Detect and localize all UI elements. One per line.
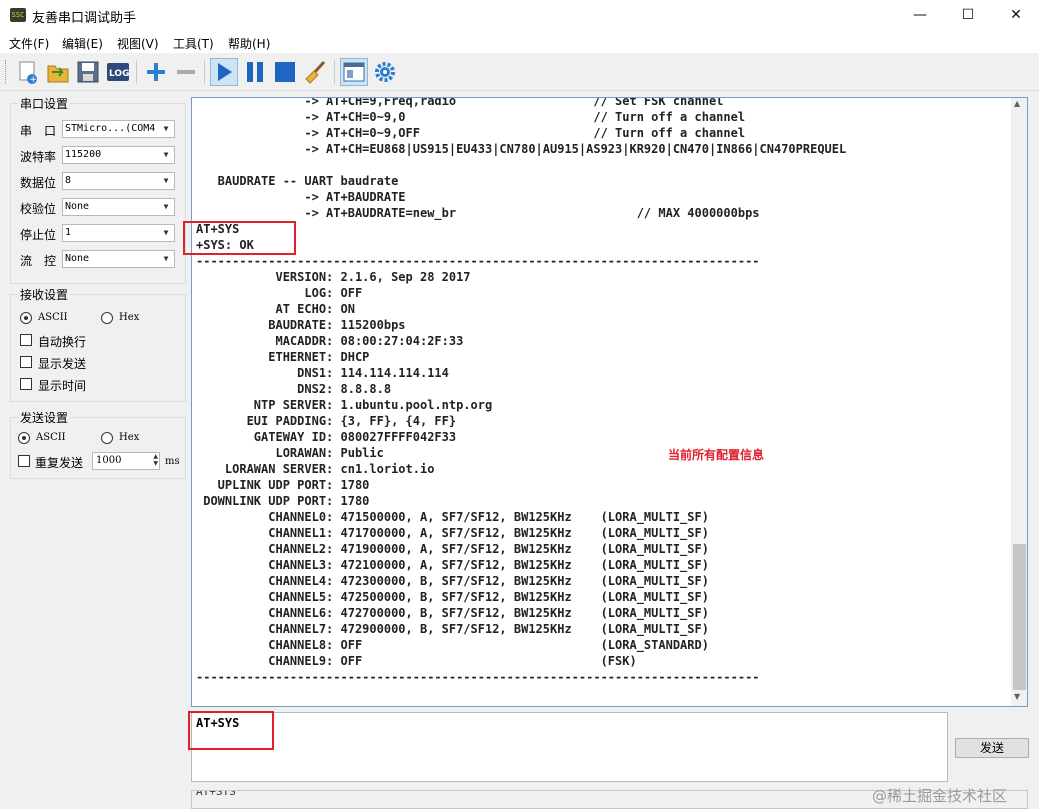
menu-tools[interactable]: 工具(T)	[173, 35, 214, 52]
databits-value: 8	[65, 175, 72, 186]
scroll-up-icon[interactable]: ▲	[1014, 99, 1020, 108]
chevron-down-icon: ▼	[158, 251, 174, 267]
baud-label: 波特率	[20, 150, 57, 164]
chevron-down-icon: ▼	[158, 225, 174, 241]
toolbar-separator	[334, 60, 335, 84]
play-icon[interactable]	[210, 58, 238, 86]
menu-view[interactable]: 视图(V)	[117, 35, 159, 52]
new-file-icon[interactable]: +	[14, 58, 42, 86]
interval-value: 1000	[96, 455, 122, 466]
show-time-label: 显示时间	[38, 379, 87, 393]
baud-value: 115200	[65, 149, 102, 160]
parity-label: 校验位	[20, 202, 57, 216]
receive-textarea[interactable]: -> AT+CH=9,Freq,radio // Set FSK channel…	[191, 97, 1028, 707]
repeat-send-checkbox[interactable]	[18, 455, 30, 467]
receive-ascii-label: ASCII	[38, 312, 68, 323]
window-layout-icon[interactable]	[340, 58, 368, 86]
send-button[interactable]: 发送	[955, 738, 1029, 758]
minimize-button[interactable]: —	[897, 0, 943, 31]
receive-settings-group	[10, 294, 186, 402]
port-value: STMicro...(COM4	[65, 123, 156, 134]
svg-text:+: +	[30, 75, 38, 85]
receive-settings-title: 接收设置	[18, 286, 71, 303]
remove-icon[interactable]	[172, 58, 200, 86]
interval-unit: ms	[165, 456, 180, 467]
highlight-box-send-input	[188, 711, 274, 750]
open-folder-icon[interactable]	[44, 58, 72, 86]
serial-settings-title: 串口设置	[18, 95, 71, 112]
spin-arrows-icon[interactable]: ▲ ▼	[153, 453, 158, 467]
chevron-down-icon: ▼	[158, 147, 174, 163]
port-label: 串 口	[20, 124, 57, 138]
close-button[interactable]: ✕	[993, 0, 1039, 31]
radio-selected-dot	[22, 436, 26, 440]
send-settings-title: 发送设置	[18, 409, 71, 426]
receive-scrollbar-thumb[interactable]	[1013, 544, 1026, 690]
watermark: @稀土掘金技术社区	[872, 787, 1008, 805]
chevron-down-icon: ▼	[158, 173, 174, 189]
stopbits-select[interactable]: 1 ▼	[62, 224, 175, 242]
repeat-send-label: 重复发送	[35, 456, 84, 470]
settings-gear-icon[interactable]	[371, 58, 399, 86]
interval-spinbox[interactable]: 1000 ▲ ▼	[92, 452, 160, 470]
databits-select[interactable]: 8 ▼	[62, 172, 175, 190]
show-send-checkbox[interactable]	[20, 356, 32, 368]
receive-hex-radio[interactable]	[101, 312, 113, 324]
flow-select[interactable]: None ▼	[62, 250, 175, 268]
log-icon[interactable]: LOG	[104, 58, 132, 86]
maximize-button[interactable]: ☐	[945, 0, 991, 31]
clear-broom-icon[interactable]	[302, 58, 330, 86]
config-annotation: 当前所有配置信息	[668, 448, 765, 462]
send-ascii-label: ASCII	[36, 432, 66, 443]
auto-newline-checkbox[interactable]	[20, 334, 32, 346]
toolbar-separator	[136, 60, 137, 84]
send-hex-radio[interactable]	[101, 432, 113, 444]
parity-select[interactable]: None ▼	[62, 198, 175, 216]
show-time-checkbox[interactable]	[20, 378, 32, 390]
menu-file[interactable]: 文件(F)	[9, 35, 49, 52]
databits-label: 数据位	[20, 176, 57, 190]
save-icon[interactable]	[74, 58, 102, 86]
baud-select[interactable]: 115200 ▼	[62, 146, 175, 164]
receive-ascii-radio[interactable]	[20, 312, 32, 324]
stopbits-value: 1	[65, 227, 72, 238]
log-icon-label: LOG	[109, 69, 129, 79]
send-hex-label: Hex	[119, 432, 140, 443]
stop-icon[interactable]	[271, 58, 299, 86]
send-textarea[interactable]: AT+SYS	[191, 712, 948, 782]
radio-selected-dot	[24, 316, 28, 320]
port-select[interactable]: STMicro...(COM4 ▼	[62, 120, 175, 138]
add-icon[interactable]	[142, 58, 170, 86]
app-icon: SSC	[10, 8, 26, 22]
menu-help[interactable]: 帮助(H)	[228, 35, 270, 52]
send-ascii-radio[interactable]	[18, 432, 30, 444]
receive-text: -> AT+CH=9,Freq,radio // Set FSK channel…	[196, 97, 847, 684]
show-send-label: 显示发送	[38, 357, 87, 371]
menu-edit[interactable]: 编辑(E)	[62, 35, 103, 52]
flow-label: 流 控	[20, 254, 57, 268]
window-title: 友善串口调试助手	[32, 11, 137, 26]
receive-hex-label: Hex	[119, 312, 140, 323]
chevron-down-icon: ▼	[158, 121, 174, 137]
toolbar-grip	[5, 60, 8, 84]
toolbar-separator	[204, 60, 205, 84]
send-history-text: AT+SYS	[196, 790, 236, 798]
title-bar	[0, 0, 1039, 31]
highlight-box-sys-command	[183, 221, 296, 255]
chevron-down-icon: ▼	[158, 199, 174, 215]
auto-newline-label: 自动换行	[38, 335, 87, 349]
flow-value: None	[65, 253, 90, 264]
stopbits-label: 停止位	[20, 228, 57, 242]
scroll-down-icon[interactable]: ▼	[1014, 692, 1020, 701]
parity-value: None	[65, 201, 90, 212]
pause-icon[interactable]	[241, 58, 269, 86]
